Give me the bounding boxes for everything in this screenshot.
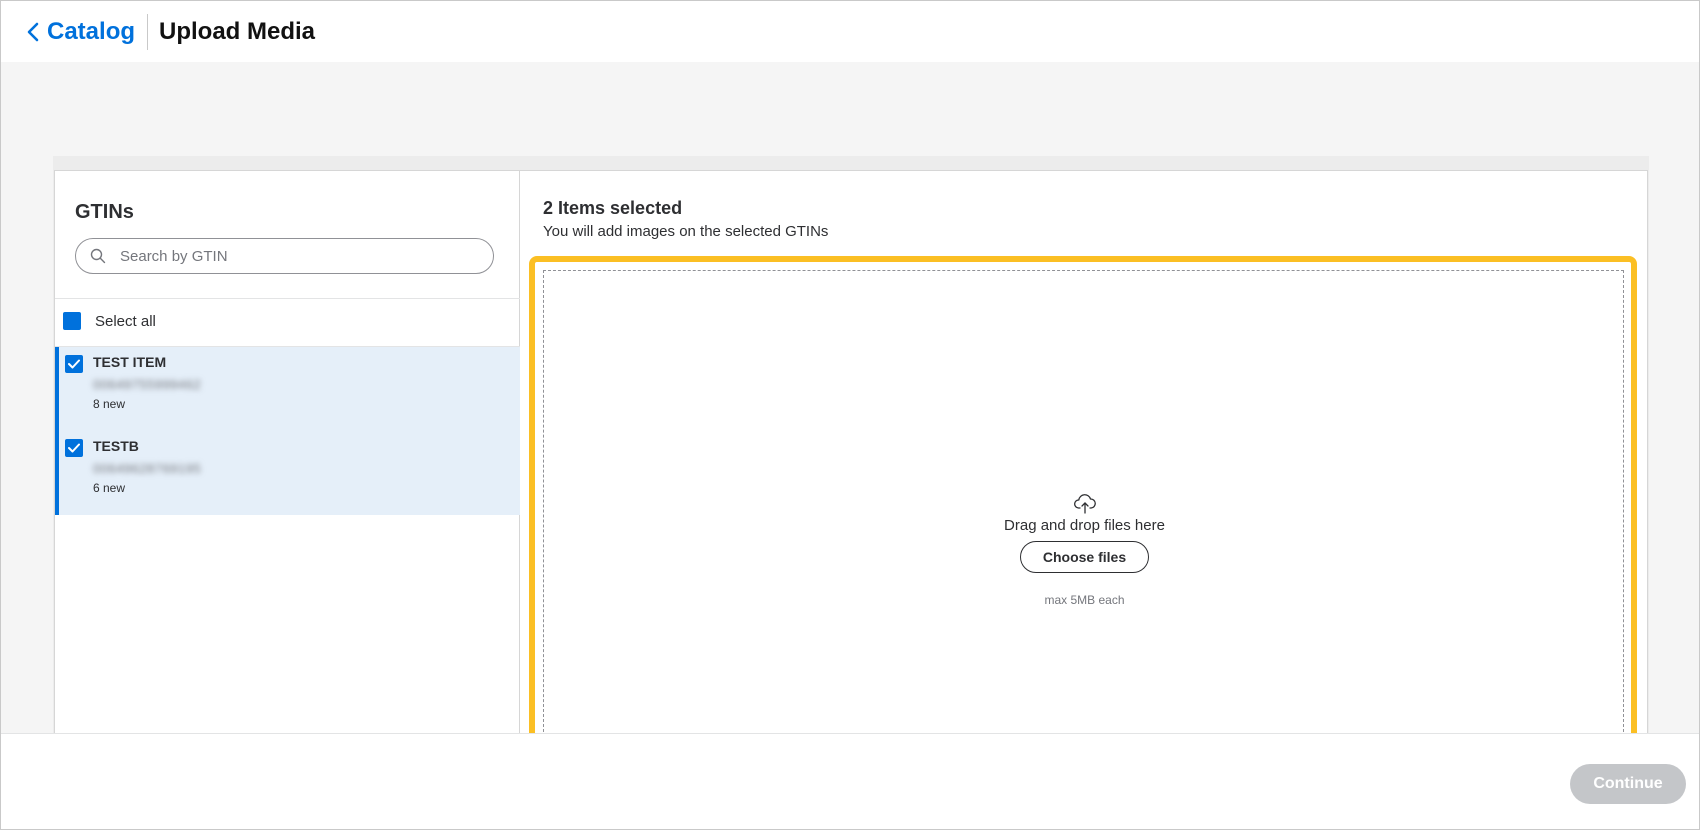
search-icon [90, 248, 106, 264]
chevron-left-icon [27, 22, 39, 41]
item-name: TEST ITEM [93, 354, 167, 370]
item-checkbox[interactable] [65, 439, 83, 457]
header-divider [147, 13, 149, 50]
back-to-catalog-link[interactable]: Catalog [27, 18, 135, 46]
continue-button[interactable]: Continue [1570, 764, 1686, 804]
page-title: Upload Media [159, 17, 316, 45]
search-input[interactable] [120, 247, 480, 265]
checkmark-icon [68, 443, 80, 453]
top-header: Catalog Upload Media [1, 1, 1699, 62]
cloud-upload-icon [1073, 494, 1096, 514]
back-link-label: Catalog [47, 17, 136, 45]
item-gtin: 00649755999462 [93, 377, 202, 392]
item-count: 8 new [93, 397, 126, 411]
gtin-list-column: GTINs Select all T [55, 171, 520, 771]
file-dropzone[interactable]: Drag and drop files here Choose files ma… [543, 270, 1624, 732]
gtin-list-item[interactable]: TESTB 00649628769195 6 new [55, 431, 520, 515]
item-checkbox[interactable] [65, 355, 83, 373]
gtins-heading: GTINs [75, 201, 134, 223]
select-all-checkbox[interactable]: Select all [63, 312, 156, 330]
item-name: TESTB [93, 438, 139, 454]
choose-files-button[interactable]: Choose files [1019, 541, 1150, 573]
app-window: Catalog Upload Media GTINs Select all [0, 0, 1700, 830]
checkmark-icon [68, 359, 80, 369]
gtin-list-item[interactable]: TEST ITEM 00649755999462 8 new [55, 347, 520, 431]
dropzone-content: Drag and drop files here Choose files ma… [544, 493, 1625, 607]
max-size-note: max 5MB each [1044, 593, 1125, 607]
item-count: 6 new [93, 481, 126, 495]
items-selected-subtitle: You will add images on the selected GTIN… [543, 223, 829, 240]
divider [55, 298, 520, 299]
footer-bar: Continue [1, 733, 1699, 829]
select-all-label: Select all [95, 312, 156, 330]
select-all-box[interactable] [63, 312, 81, 330]
gtin-search[interactable] [75, 238, 494, 274]
item-gtin: 00649628769195 [93, 461, 202, 476]
drag-drop-text: Drag and drop files here [1004, 517, 1165, 534]
items-selected-title: 2 Items selected [543, 198, 683, 218]
